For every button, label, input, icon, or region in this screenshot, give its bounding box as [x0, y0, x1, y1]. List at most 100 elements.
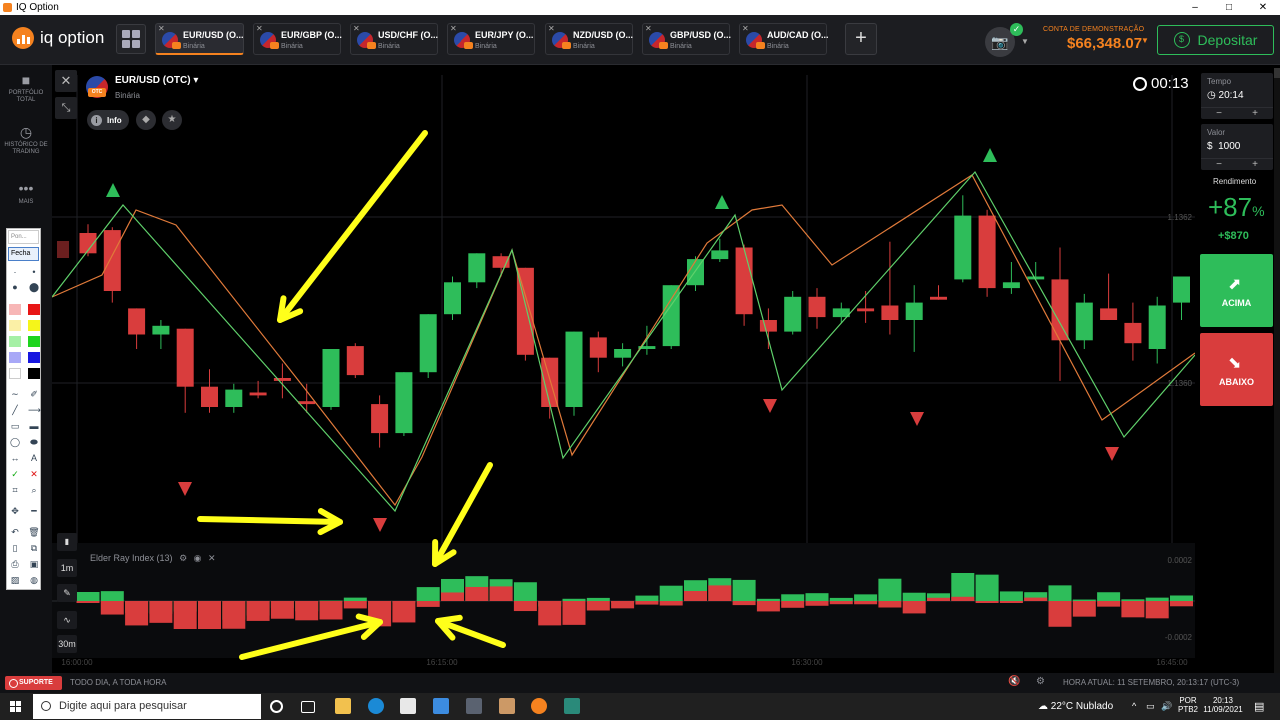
undo-icon[interactable]: ↶ [9, 527, 21, 538]
close-tab-icon[interactable]: ✕ [353, 24, 360, 33]
amount-increase-button[interactable]: + [1252, 159, 1258, 170]
close-tab-icon[interactable]: ✕ [548, 24, 555, 33]
double-arrow-icon[interactable]: ↔ [9, 453, 21, 464]
info-button[interactable]: i Info [87, 110, 129, 130]
chart-canvas[interactable]: 1.1362 1.1360 0.0002 -0.0002 16:00:00 16:15:0… [52, 65, 1195, 673]
app-taskbar-icon[interactable] [564, 698, 580, 714]
taskbar-clock[interactable]: 20:13 11/09/2021 [1203, 696, 1243, 714]
chart-type-button[interactable]: ▮ [57, 533, 77, 551]
notifications-icon[interactable]: ▤ [1254, 700, 1264, 713]
asset-tab[interactable]: ✕ GBP/USD (O... Binária [642, 23, 731, 55]
put-down-button[interactable]: ⬊ ABAIXO [1200, 333, 1273, 406]
amount-decrease-button[interactable]: − [1216, 159, 1222, 170]
account-balance[interactable]: $66,348.07 [1067, 35, 1142, 52]
color-swatch[interactable] [28, 304, 40, 315]
dot-xlarge-icon[interactable]: ⬤ [28, 282, 40, 293]
print-icon[interactable]: ⎙ [9, 559, 21, 570]
gear-icon[interactable]: ⚙ [179, 553, 187, 563]
indicator-wave-icon[interactable]: ∿ [57, 611, 77, 629]
move-tool-icon[interactable]: ✥ [9, 506, 21, 517]
call-up-button[interactable]: ⬈ ACIMA [1200, 254, 1273, 327]
image-icon[interactable]: ▨ [9, 575, 21, 586]
logo[interactable]: iq option [12, 27, 104, 49]
close-tab-icon[interactable]: ✕ [256, 24, 263, 33]
store-icon[interactable] [400, 698, 416, 714]
star-icon[interactable]: ★ [162, 110, 182, 130]
edge-browser-icon[interactable] [368, 698, 384, 714]
asset-tab[interactable]: ✕ EUR/JPY (O... Binária [447, 23, 535, 55]
pencil-icon[interactable]: ✎ [57, 584, 77, 602]
support-button[interactable]: SUPORTE [5, 676, 62, 690]
cortana-icon[interactable] [270, 700, 283, 713]
eye-icon[interactable]: ◉ [194, 553, 202, 563]
palette-input[interactable]: Pon... [8, 230, 39, 244]
time-decrease-button[interactable]: − [1216, 108, 1222, 119]
dot-medium-icon[interactable]: • [28, 267, 40, 278]
file-explorer-icon[interactable] [335, 698, 351, 714]
deposit-button[interactable]: $ Depositar [1157, 25, 1274, 55]
caret-down-icon[interactable]: ▼ [1021, 37, 1029, 46]
minus-tool-icon[interactable]: ━ [28, 506, 40, 517]
close-tab-icon[interactable]: ✕ [645, 24, 652, 33]
volume-icon[interactable]: 🔊 [1161, 701, 1172, 712]
close-chart-icon[interactable]: ✕ [55, 70, 77, 92]
asset-selector[interactable]: EUR/USD (OTC) ▾ [115, 75, 198, 86]
tray-chevron-icon[interactable]: ^ [1132, 701, 1136, 711]
amount-selector[interactable]: Valor $ 1000 − + [1201, 124, 1273, 170]
palette-close-button[interactable]: Fecha [8, 247, 39, 261]
dot-large-icon[interactable]: ● [9, 282, 21, 293]
close-tab-icon[interactable]: ✕ [158, 24, 165, 33]
color-swatch[interactable] [9, 368, 21, 379]
save-icon[interactable]: ▣ [28, 559, 40, 570]
mute-icon[interactable]: 🔇 [1008, 676, 1020, 687]
filled-rectangle-icon[interactable]: ▬ [28, 421, 40, 432]
bell-icon[interactable]: ◆ [136, 110, 156, 130]
new-file-icon[interactable]: ▯ [9, 543, 21, 554]
account-type-label[interactable]: CONTA DE DEMONSTRAÇÃO [1043, 26, 1144, 33]
color-swatch[interactable] [9, 320, 21, 331]
color-swatch[interactable] [28, 320, 40, 331]
iq-option-taskbar-icon[interactable] [531, 698, 547, 714]
asset-tab[interactable]: ✕ NZD/USD (O... Binária [545, 23, 633, 55]
crop-tool-icon[interactable]: ⌗ [9, 485, 21, 496]
color-swatch[interactable] [9, 304, 21, 315]
scrollbar[interactable] [1274, 68, 1280, 673]
close-tab-icon[interactable]: ✕ [742, 24, 749, 33]
weather-widget[interactable]: ☁ 22°C Nublado [1038, 701, 1113, 712]
mail-icon[interactable] [433, 698, 449, 714]
color-swatch[interactable] [28, 352, 40, 363]
time-selector[interactable]: Tempo ◷ 20:14 − + [1201, 73, 1273, 119]
grid-menu-button[interactable] [116, 24, 146, 54]
maximize-button[interactable]: □ [1212, 0, 1246, 15]
sidebar-item-more[interactable]: ••• MAIS [0, 179, 52, 206]
candle-timeframe-button[interactable]: 1m [57, 559, 77, 577]
curve-tool-icon[interactable]: ∼ [9, 389, 21, 400]
task-view-icon[interactable] [301, 701, 315, 713]
asset-tab[interactable]: ✕ EUR/GBP (O... Binária [253, 23, 342, 55]
copy-icon[interactable]: ⧉ [28, 543, 40, 554]
minimize-button[interactable]: – [1178, 0, 1212, 15]
sidebar-item-history[interactable]: ◷ HISTÓRICO DE TRADING [0, 123, 52, 156]
paint-icon[interactable] [499, 698, 515, 714]
ellipse-tool-icon[interactable]: ◯ [9, 437, 21, 448]
close-window-button[interactable]: ✕ [1246, 0, 1280, 15]
trash-icon[interactable]: 🗑 [28, 527, 40, 538]
zoom-tool-icon[interactable]: ⌕ [28, 485, 40, 496]
close-tab-icon[interactable]: ✕ [450, 24, 457, 33]
brush-tool-icon[interactable]: ✐ [28, 389, 40, 400]
windows-start-icon[interactable] [10, 701, 21, 712]
check-tool-icon[interactable]: ✓ [9, 469, 21, 480]
amount-value[interactable]: $ 1000 [1207, 141, 1240, 152]
globe-icon[interactable]: ◍ [28, 575, 40, 586]
language-indicator[interactable]: POR PTB2 [1178, 696, 1198, 714]
filled-ellipse-icon[interactable]: ⬬ [28, 437, 40, 448]
color-swatch[interactable] [9, 336, 21, 347]
color-swatch[interactable] [28, 368, 40, 379]
network-icon[interactable]: ▭ [1146, 701, 1155, 712]
remove-indicator-icon[interactable]: ✕ [208, 553, 216, 563]
price-chart[interactable]: 1.1362 1.1360 0.0002 -0.0002 16:00:00 16:15:0… [52, 65, 1195, 673]
asset-tab[interactable]: ✕ AUD/CAD (O... Binária [739, 23, 829, 55]
asset-tab[interactable]: ✕ USD/CHF (O... Binária [350, 23, 438, 55]
asset-tab[interactable]: ✕ EUR/USD (O... Binária [155, 23, 244, 55]
dot-small-icon[interactable]: · [9, 267, 21, 278]
